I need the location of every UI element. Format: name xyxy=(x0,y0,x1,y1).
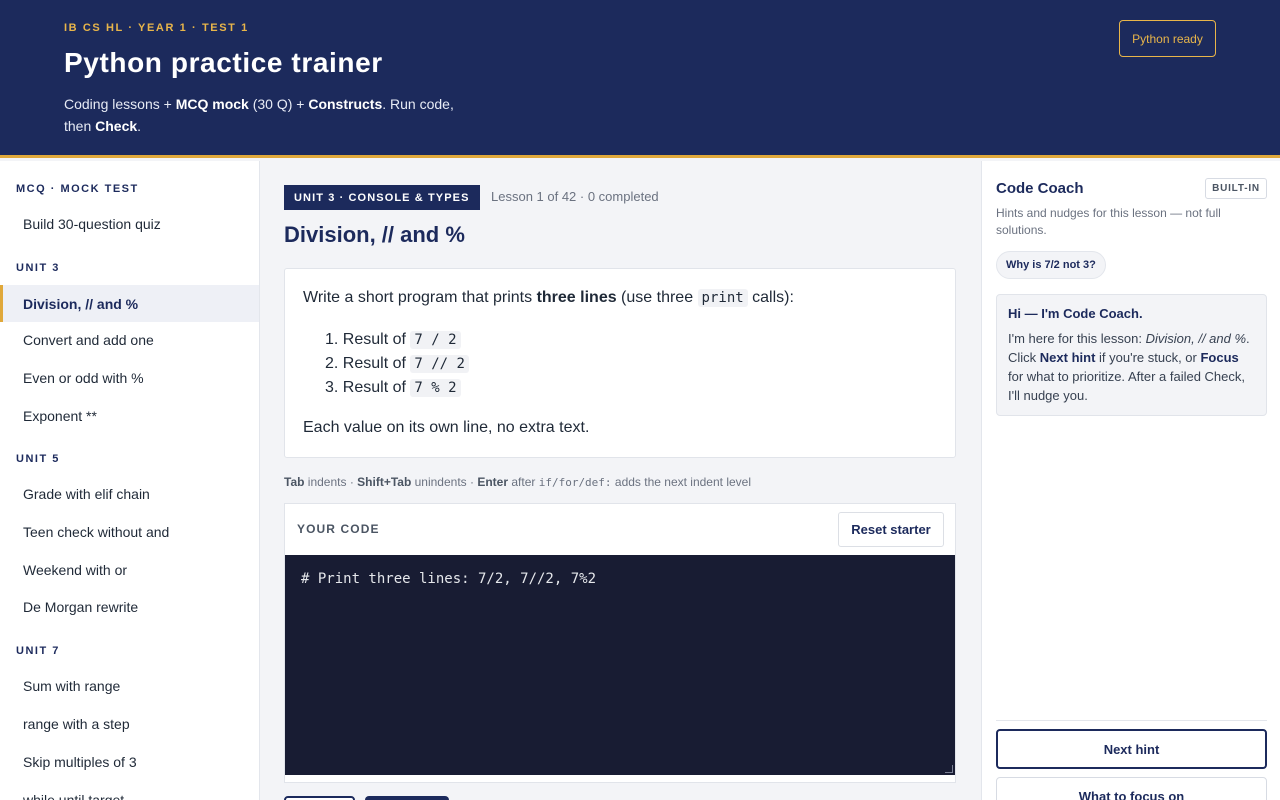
task-card: Write a short program that prints three … xyxy=(284,268,956,458)
task-item: 1. Result of 7 / 2 xyxy=(325,328,937,352)
sidebar-heading-unit-3: UNIT 3 xyxy=(16,262,60,274)
sidebar-item-skip-multiples[interactable]: Skip multiples of 3 xyxy=(0,743,259,780)
task-item: 3. Result of 7 % 2 xyxy=(325,376,937,400)
reset-starter-button[interactable]: Reset starter xyxy=(838,512,944,547)
sidebar-item-convert-add[interactable]: Convert and add one xyxy=(0,321,259,358)
sidebar-item-elif-chain[interactable]: Grade with elif chain xyxy=(0,475,259,512)
check-button[interactable] xyxy=(365,796,449,800)
coach-title: Code Coach xyxy=(996,180,1084,197)
task-list: 1. Result of 7 / 2 2. Result of 7 // 2 3… xyxy=(325,328,937,400)
sidebar-item-build-quiz[interactable]: Build 30-question quiz xyxy=(0,205,259,242)
sidebar-item-de-morgan[interactable]: De Morgan rewrite xyxy=(0,588,259,625)
task-footer: Each value on its own line, no extra tex… xyxy=(303,419,590,436)
sidebar-item-sum-range[interactable]: Sum with range xyxy=(0,667,259,704)
sidebar-heading-mcq: MCQ · MOCK TEST xyxy=(16,183,139,195)
editor-label: YOUR CODE xyxy=(297,522,380,536)
sidebar-heading-unit-5: UNIT 5 xyxy=(16,453,60,465)
sidebar-item-range-step[interactable]: range with a step xyxy=(0,705,259,742)
app-subtitle: Coding lessons + MCQ mock (30 Q) + Const… xyxy=(64,96,454,134)
focus-button[interactable]: What to focus on xyxy=(996,777,1267,800)
course-eyebrow: IB CS HL · YEAR 1 · TEST 1 xyxy=(64,22,249,34)
lesson-sidebar: MCQ · MOCK TEST Build 30-question quiz U… xyxy=(0,161,260,800)
sidebar-heading-unit-7: UNIT 7 xyxy=(16,645,60,657)
python-status-badge: Python ready xyxy=(1119,20,1216,57)
task-item: 2. Result of 7 // 2 xyxy=(325,352,937,376)
code-editor[interactable]: # Print three lines: 7/2, 7//2, 7%2 xyxy=(285,555,955,775)
coach-description: Hints and nudges for this lesson — not f… xyxy=(996,206,1221,237)
coach-message-body: I'm here for this lesson: Division, // a… xyxy=(1008,331,1250,403)
coach-message: Hi — I'm Code Coach. I'm here for this l… xyxy=(996,294,1267,416)
app-title: Python practice trainer xyxy=(64,47,383,78)
sidebar-item-teen-check[interactable]: Teen check without and xyxy=(0,513,259,550)
sidebar-item-while-target[interactable]: while until target xyxy=(0,781,259,800)
sidebar-item-exponent[interactable]: Exponent ** xyxy=(0,397,259,434)
lesson-progress: Lesson 1 of 42 · 0 completed xyxy=(491,189,659,204)
resize-handle[interactable] xyxy=(945,765,953,773)
divider xyxy=(996,720,1267,721)
next-hint-button[interactable]: Next hint xyxy=(996,729,1267,769)
run-button[interactable] xyxy=(284,796,355,800)
editor-shortcut-hint: Tab indents · Shift+Tab unindents · Ente… xyxy=(284,475,751,489)
sidebar-item-division[interactable]: Division, // and % xyxy=(0,285,259,322)
lesson-title: Division, // and % xyxy=(284,222,465,247)
code-line: # Print three lines: 7/2, 7//2, 7%2 xyxy=(301,571,597,587)
built-in-badge: BUILT-IN xyxy=(1205,178,1267,199)
sidebar-item-even-odd[interactable]: Even or odd with % xyxy=(0,359,259,396)
sidebar-item-weekend-or[interactable]: Weekend with or xyxy=(0,551,259,588)
code-coach-panel: Code Coach BUILT-IN Hints and nudges for… xyxy=(981,161,1280,800)
unit-badge: UNIT 3 · CONSOLE & TYPES xyxy=(284,185,480,210)
app-header: IB CS HL · YEAR 1 · TEST 1 Python practi… xyxy=(0,0,1280,158)
task-intro: Write a short program that prints three … xyxy=(303,289,794,307)
coach-message-heading: Hi — I'm Code Coach. xyxy=(1008,306,1143,321)
code-editor-panel: YOUR CODE Reset starter # Print three li… xyxy=(284,503,956,783)
suggested-question-chip[interactable]: Why is 7/2 not 3? xyxy=(996,251,1106,279)
